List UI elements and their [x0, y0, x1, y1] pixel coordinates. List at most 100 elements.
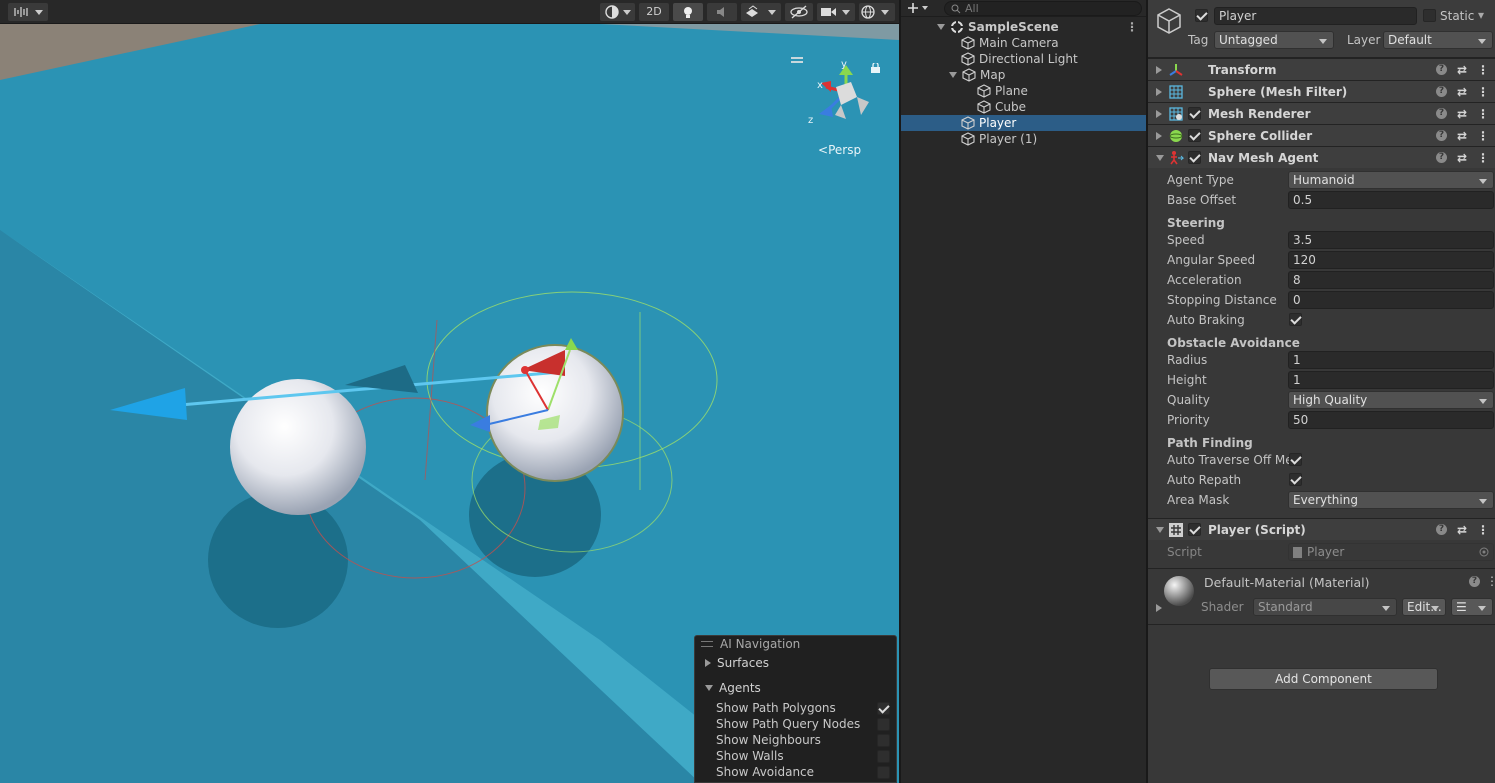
- acceleration-field[interactable]: 8: [1288, 271, 1494, 289]
- audio-toggle-button[interactable]: [8, 2, 48, 21]
- hierarchy-item[interactable]: Cube: [901, 99, 1146, 115]
- object-picker-icon[interactable]: [1479, 547, 1489, 557]
- ai-nav-option-checkbox[interactable]: [877, 733, 890, 747]
- ai-nav-option-checkbox[interactable]: [877, 701, 890, 715]
- ai-nav-option-row[interactable]: Show Neighbours: [695, 732, 896, 748]
- scene-camera-button[interactable]: [817, 2, 855, 21]
- orientation-gizmo[interactable]: y x z: [791, 57, 871, 127]
- help-icon[interactable]: ?: [1469, 576, 1480, 587]
- lighting-toggle-button[interactable]: [673, 2, 703, 21]
- auto-braking-checkbox[interactable]: [1289, 313, 1302, 326]
- effects-button[interactable]: [741, 2, 781, 21]
- priority-field[interactable]: 50: [1288, 411, 1494, 429]
- hierarchy-item[interactable]: Directional Light: [901, 51, 1146, 67]
- agents-foldout[interactable]: Agents: [695, 677, 896, 699]
- stopping-distance-field[interactable]: 0: [1288, 291, 1494, 309]
- angular-speed-field[interactable]: 120: [1288, 251, 1494, 269]
- speed-field[interactable]: 3.5: [1288, 231, 1494, 249]
- area-mask-dropdown[interactable]: Everything: [1288, 491, 1494, 509]
- help-icon[interactable]: ?: [1435, 108, 1447, 119]
- ai-nav-option-row[interactable]: Show Path Query Nodes: [695, 716, 896, 732]
- quality-dropdown[interactable]: High Quality: [1288, 391, 1494, 409]
- expand-arrow-icon[interactable]: [937, 24, 945, 30]
- ai-nav-option-row[interactable]: Show Walls: [695, 748, 896, 764]
- create-button[interactable]: [907, 2, 929, 14]
- component-menu-icon[interactable]: ⋮: [1477, 107, 1489, 121]
- ai-nav-option-row[interactable]: Show Avoidance: [695, 764, 896, 780]
- material-menu-icon[interactable]: ⋮: [1486, 574, 1495, 588]
- hierarchy-search-field[interactable]: All: [944, 1, 1142, 16]
- presets-icon[interactable]: ⇄: [1457, 63, 1467, 77]
- expand-arrow-icon[interactable]: [949, 72, 957, 78]
- ai-nav-option-checkbox[interactable]: [877, 717, 890, 731]
- projection-label[interactable]: <Persp: [818, 143, 861, 157]
- component-menu-icon[interactable]: ⋮: [1477, 151, 1489, 165]
- help-icon[interactable]: ?: [1435, 64, 1447, 75]
- component-menu-icon[interactable]: ⋮: [1477, 63, 1489, 77]
- sphere-collider-component-header[interactable]: Sphere Collider ? ⇄ ⋮: [1148, 124, 1495, 146]
- shader-dropdown[interactable]: Standard: [1253, 598, 1397, 616]
- expand-arrow-icon[interactable]: [1156, 131, 1162, 140]
- mesh-renderer-enabled-checkbox[interactable]: [1188, 107, 1201, 120]
- height-field[interactable]: 1: [1288, 371, 1494, 389]
- surfaces-foldout[interactable]: Surfaces: [695, 652, 896, 674]
- expand-arrow-icon[interactable]: [1156, 604, 1162, 612]
- player-script-enabled-checkbox[interactable]: [1188, 523, 1201, 536]
- hierarchy-item[interactable]: Plane: [901, 83, 1146, 99]
- auto-traverse-checkbox[interactable]: [1289, 453, 1302, 466]
- help-icon[interactable]: ?: [1435, 86, 1447, 97]
- expand-arrow-icon[interactable]: [1156, 65, 1162, 74]
- sphere-collider-enabled-checkbox[interactable]: [1188, 129, 1201, 142]
- shading-mode-button[interactable]: [600, 2, 635, 21]
- ai-nav-option-row[interactable]: Show Path Polygons: [695, 700, 896, 716]
- component-menu-icon[interactable]: ⋮: [1477, 85, 1489, 99]
- expand-arrow-icon[interactable]: [1156, 109, 1162, 118]
- radius-field[interactable]: 1: [1288, 351, 1494, 369]
- ai-navigation-title-bar[interactable]: AI Navigation: [695, 636, 896, 652]
- mesh-renderer-component-header[interactable]: Mesh Renderer ? ⇄ ⋮: [1148, 102, 1495, 124]
- expand-arrow-icon[interactable]: [1156, 87, 1162, 96]
- help-icon[interactable]: ?: [1435, 130, 1447, 141]
- base-offset-field[interactable]: 0.5: [1288, 191, 1494, 209]
- active-checkbox[interactable]: [1195, 9, 1208, 22]
- player-script-component-header[interactable]: Player (Script) ? ⇄ ⋮: [1148, 518, 1495, 540]
- hierarchy-item[interactable]: Player: [901, 115, 1146, 131]
- lock-icon[interactable]: [871, 63, 880, 73]
- shader-options-button[interactable]: ☰: [1451, 598, 1493, 616]
- scene-row[interactable]: SampleScene ⋮: [901, 19, 1146, 35]
- presets-icon[interactable]: ⇄: [1457, 523, 1467, 537]
- hierarchy-item[interactable]: Map: [901, 67, 1146, 83]
- agent-type-dropdown[interactable]: Humanoid: [1288, 171, 1494, 189]
- mesh-filter-component-header[interactable]: Sphere (Mesh Filter) ? ⇄ ⋮: [1148, 80, 1495, 102]
- presets-icon[interactable]: ⇄: [1457, 129, 1467, 143]
- object-name-field[interactable]: Player: [1214, 7, 1417, 25]
- presets-icon[interactable]: ⇄: [1457, 107, 1467, 121]
- drag-grip-icon[interactable]: [701, 641, 713, 647]
- hierarchy-item[interactable]: Main Camera: [901, 35, 1146, 51]
- hierarchy-item[interactable]: Player (1): [901, 131, 1146, 147]
- ai-nav-option-checkbox[interactable]: [877, 749, 890, 763]
- tag-dropdown[interactable]: Untagged: [1214, 31, 1334, 49]
- scene-menu-icon[interactable]: ⋮: [1126, 20, 1138, 34]
- presets-icon[interactable]: ⇄: [1457, 85, 1467, 99]
- add-component-button[interactable]: Add Component: [1209, 668, 1438, 690]
- shader-edit-button[interactable]: Edit...: [1402, 598, 1446, 616]
- help-icon[interactable]: ?: [1435, 524, 1447, 535]
- component-menu-icon[interactable]: ⋮: [1477, 129, 1489, 143]
- ai-nav-option-checkbox[interactable]: [877, 765, 890, 779]
- static-dropdown-icon[interactable]: ▾: [1478, 8, 1484, 22]
- nav-mesh-agent-enabled-checkbox[interactable]: [1188, 151, 1201, 164]
- help-icon[interactable]: ?: [1435, 152, 1447, 163]
- script-reference-field[interactable]: Player: [1288, 543, 1494, 561]
- collapse-arrow-icon[interactable]: [1156, 526, 1164, 533]
- collapse-arrow-icon[interactable]: [1156, 154, 1164, 161]
- component-menu-icon[interactable]: ⋮: [1477, 523, 1489, 537]
- nav-mesh-agent-component-header[interactable]: Nav Mesh Agent ? ⇄ ⋮: [1148, 146, 1495, 168]
- presets-icon[interactable]: ⇄: [1457, 151, 1467, 165]
- gizmos-button[interactable]: [859, 2, 895, 21]
- layer-dropdown[interactable]: Default: [1383, 31, 1493, 49]
- auto-repath-checkbox[interactable]: [1289, 473, 1302, 486]
- transform-component-header[interactable]: Transform ? ⇄ ⋮: [1148, 58, 1495, 80]
- scene-visibility-button[interactable]: [785, 2, 813, 21]
- toggle-2d-button[interactable]: 2D: [639, 2, 669, 21]
